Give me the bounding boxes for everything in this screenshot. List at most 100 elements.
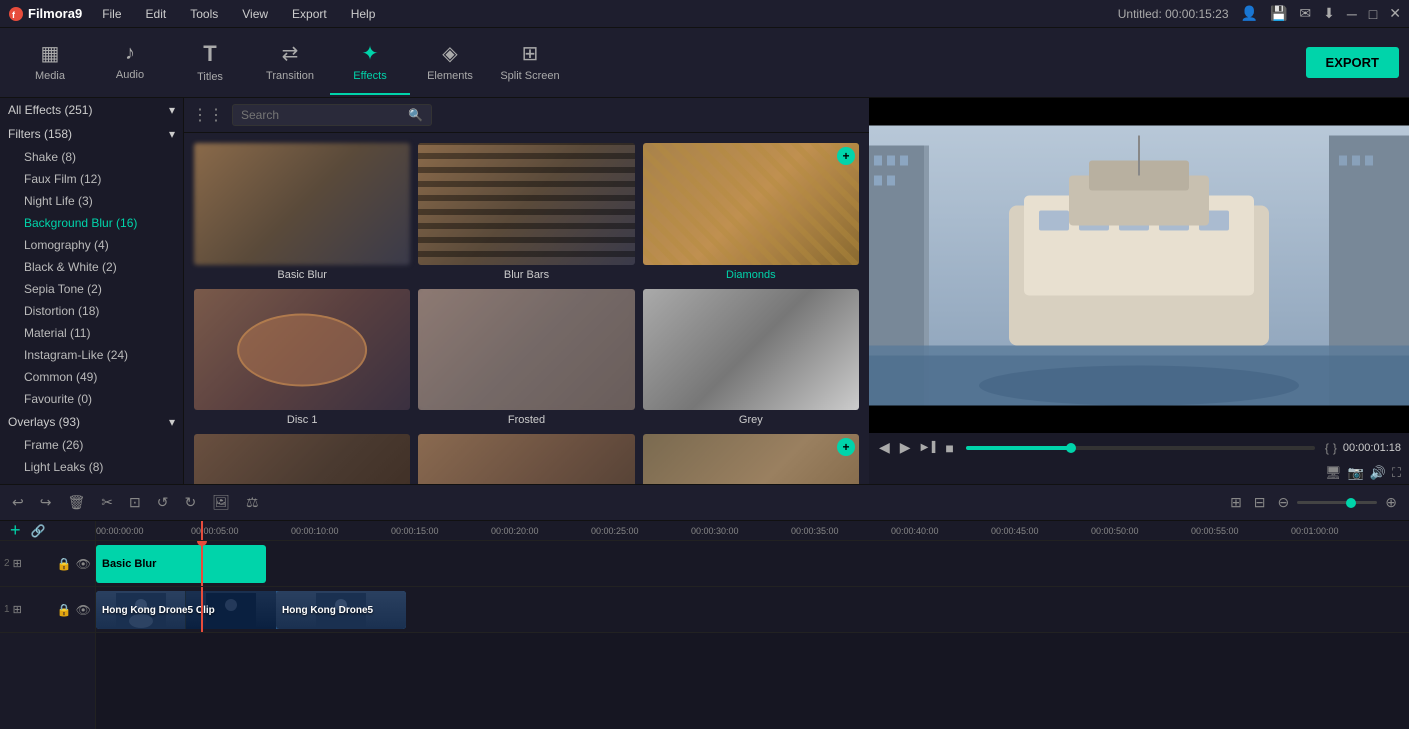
bracket-left[interactable]: { [1325,441,1329,455]
menu-tools[interactable]: Tools [186,5,222,23]
link-icon[interactable]: 🔗 [31,524,46,538]
all-effects-arrow: ▾ [169,103,175,117]
effect-card-basic-blur[interactable]: Basic Blur [194,143,410,281]
filter-black-white[interactable]: Black & White (2) [0,256,183,278]
save-icon[interactable]: 💾 [1270,5,1287,22]
next-frame-btn[interactable]: ▶▐ [919,440,938,455]
ruler-45: 00:00:45:00 [991,526,1039,536]
menu-export[interactable]: Export [288,5,331,23]
track-1-row: Hong Kong Drone5 Clip Hong Kong Drone5 [96,587,1409,633]
filter-night-life[interactable]: Night Life (3) [0,190,183,212]
add-track-btn[interactable]: + [4,521,27,541]
play-btn[interactable]: ▶ [898,437,913,458]
effect-card-frosted[interactable]: Frosted [418,289,634,427]
add-overlay-btn[interactable]: ⊟ [1250,492,1270,513]
screenshot-btn[interactable]: 📷 [1348,465,1364,481]
effect-card-diamonds[interactable]: + Diamonds [643,143,859,281]
download-icon[interactable]: ⬇ [1323,5,1335,22]
filter-material[interactable]: Material (11) [0,322,183,344]
export-button[interactable]: EXPORT [1306,47,1399,78]
menu-bar: f Filmora9 File Edit Tools View Export H… [0,0,1409,28]
tool-elements[interactable]: ◈ Elements [410,30,490,95]
tool-audio[interactable]: ♪ Audio [90,30,170,95]
effect-card-disc1[interactable]: Disc 1 [194,289,410,427]
effects-grid: Basic Blur Blur Bars + Diamonds [184,133,869,484]
tool-media[interactable]: ▦ Media [10,30,90,95]
preview-controls: ◀ ▶ ▶▐ ■ { } 00:00:01:18 [869,433,1409,462]
effect-card-grey[interactable]: Grey [643,289,859,427]
effect-card-blur-bars[interactable]: Blur Bars [418,143,634,281]
overlays-header[interactable]: Overlays (93) ▾ [0,410,183,434]
account-icon[interactable]: 👤 [1241,5,1258,22]
zoom-slider[interactable] [1297,501,1377,504]
overlay-frame[interactable]: Frame (26) [0,434,183,456]
preview-extra: 🖥 📷 🔊 ⛶ [869,462,1409,484]
undo2-btn[interactable]: ↺ [153,492,173,513]
preview-area: ◀ ▶ ▶▐ ■ { } 00:00:01:18 🖥 📷 🔊 ⛶ [869,98,1409,484]
effect-card-7[interactable] [194,434,410,484]
video-clip-2[interactable]: Hong Kong Drone5 [276,591,406,629]
crop-btn[interactable]: ⊡ [125,492,145,513]
bracket-right[interactable]: } [1333,441,1337,455]
tool-split-screen-label: Split Screen [500,70,559,82]
search-box[interactable]: 🔍 [232,104,432,126]
monitor-btn[interactable]: 🖥 [1325,465,1342,481]
overlay-bokeh-blurs[interactable]: Bokeh Blurs (10) [0,478,183,484]
filters-header[interactable]: Filters (158) ▾ [0,122,183,146]
effect-card-9[interactable]: + [643,434,859,484]
filter-sepia-tone[interactable]: Sepia Tone (2) [0,278,183,300]
progress-bar[interactable] [966,446,1315,450]
overlays-arrow: ▾ [169,415,175,429]
filter-distortion[interactable]: Distortion (18) [0,300,183,322]
delete-btn[interactable]: 🗑 [63,492,89,513]
menu-edit[interactable]: Edit [142,5,171,23]
message-icon[interactable]: ✉ [1299,5,1311,22]
filter-faux-film[interactable]: Faux Film (12) [0,168,183,190]
filter-background-blur[interactable]: Background Blur (16) [0,212,183,234]
all-effects-header[interactable]: All Effects (251) ▾ [0,98,183,122]
maximize-btn[interactable]: □ [1369,6,1377,22]
zoom-in-btn[interactable]: ⊞ [1226,492,1246,513]
filter-shake[interactable]: Shake (8) [0,146,183,168]
close-btn[interactable]: ✕ [1389,5,1401,22]
track-2-icons: 🔒 👁 [57,557,91,571]
zoom-out-btn[interactable]: ⊕ [1381,492,1401,513]
menu-help[interactable]: Help [347,5,380,23]
redo-btn[interactable]: ↪ [36,492,56,513]
search-input[interactable] [241,108,402,122]
remove-btn[interactable]: ⊖ [1274,492,1294,513]
filter-favourite[interactable]: Favourite (0) [0,388,183,410]
menu-view[interactable]: View [238,5,272,23]
filter-lomography[interactable]: Lomography (4) [0,234,183,256]
cut-btn[interactable]: ✂ [97,492,117,513]
bracket-buttons: { } [1325,441,1337,455]
track-2-lock-icon[interactable]: 🔒 [57,557,72,571]
track-1-eye-icon[interactable]: 👁 [76,603,91,617]
filter-instagram-like[interactable]: Instagram-Like (24) [0,344,183,366]
volume-btn[interactable]: 🔊 [1370,465,1386,481]
adjust-btn[interactable]: ⚖ [242,492,263,513]
prev-frame-btn[interactable]: ◀ [877,437,892,458]
track-2-eye-icon[interactable]: 👁 [76,557,91,571]
menu-file[interactable]: File [98,5,125,23]
effect-clip-label: Basic Blur [102,558,156,570]
snapshot-btn[interactable]: 🖼 [208,492,234,513]
track-1-lock-icon[interactable]: 🔒 [57,603,72,617]
effect-thumb-blur-bars [418,143,634,265]
tool-split-screen[interactable]: ⊞ Split Screen [490,30,570,95]
minimize-btn[interactable]: ─ [1347,6,1357,22]
filter-common[interactable]: Common (49) [0,366,183,388]
tool-effects[interactable]: ✦ Effects [330,30,410,95]
effect-clip-basic-blur[interactable]: Basic Blur [96,545,266,583]
undo-btn[interactable]: ↩ [8,492,28,513]
tool-transition[interactable]: ⇄ Transition [250,30,330,95]
overlay-light-leaks[interactable]: Light Leaks (8) [0,456,183,478]
tool-titles[interactable]: T Titles [170,30,250,95]
fullscreen-btn[interactable]: ⛶ [1392,465,1401,481]
effect-card-8[interactable] [418,434,634,484]
effects-icon: ✦ [362,41,379,66]
stop-btn[interactable]: ■ [943,438,955,458]
ruler-spacer: + 🔗 [0,521,95,541]
redo2-btn[interactable]: ↻ [180,492,200,513]
grid-view-icon[interactable]: ⋮⋮ [192,105,224,125]
